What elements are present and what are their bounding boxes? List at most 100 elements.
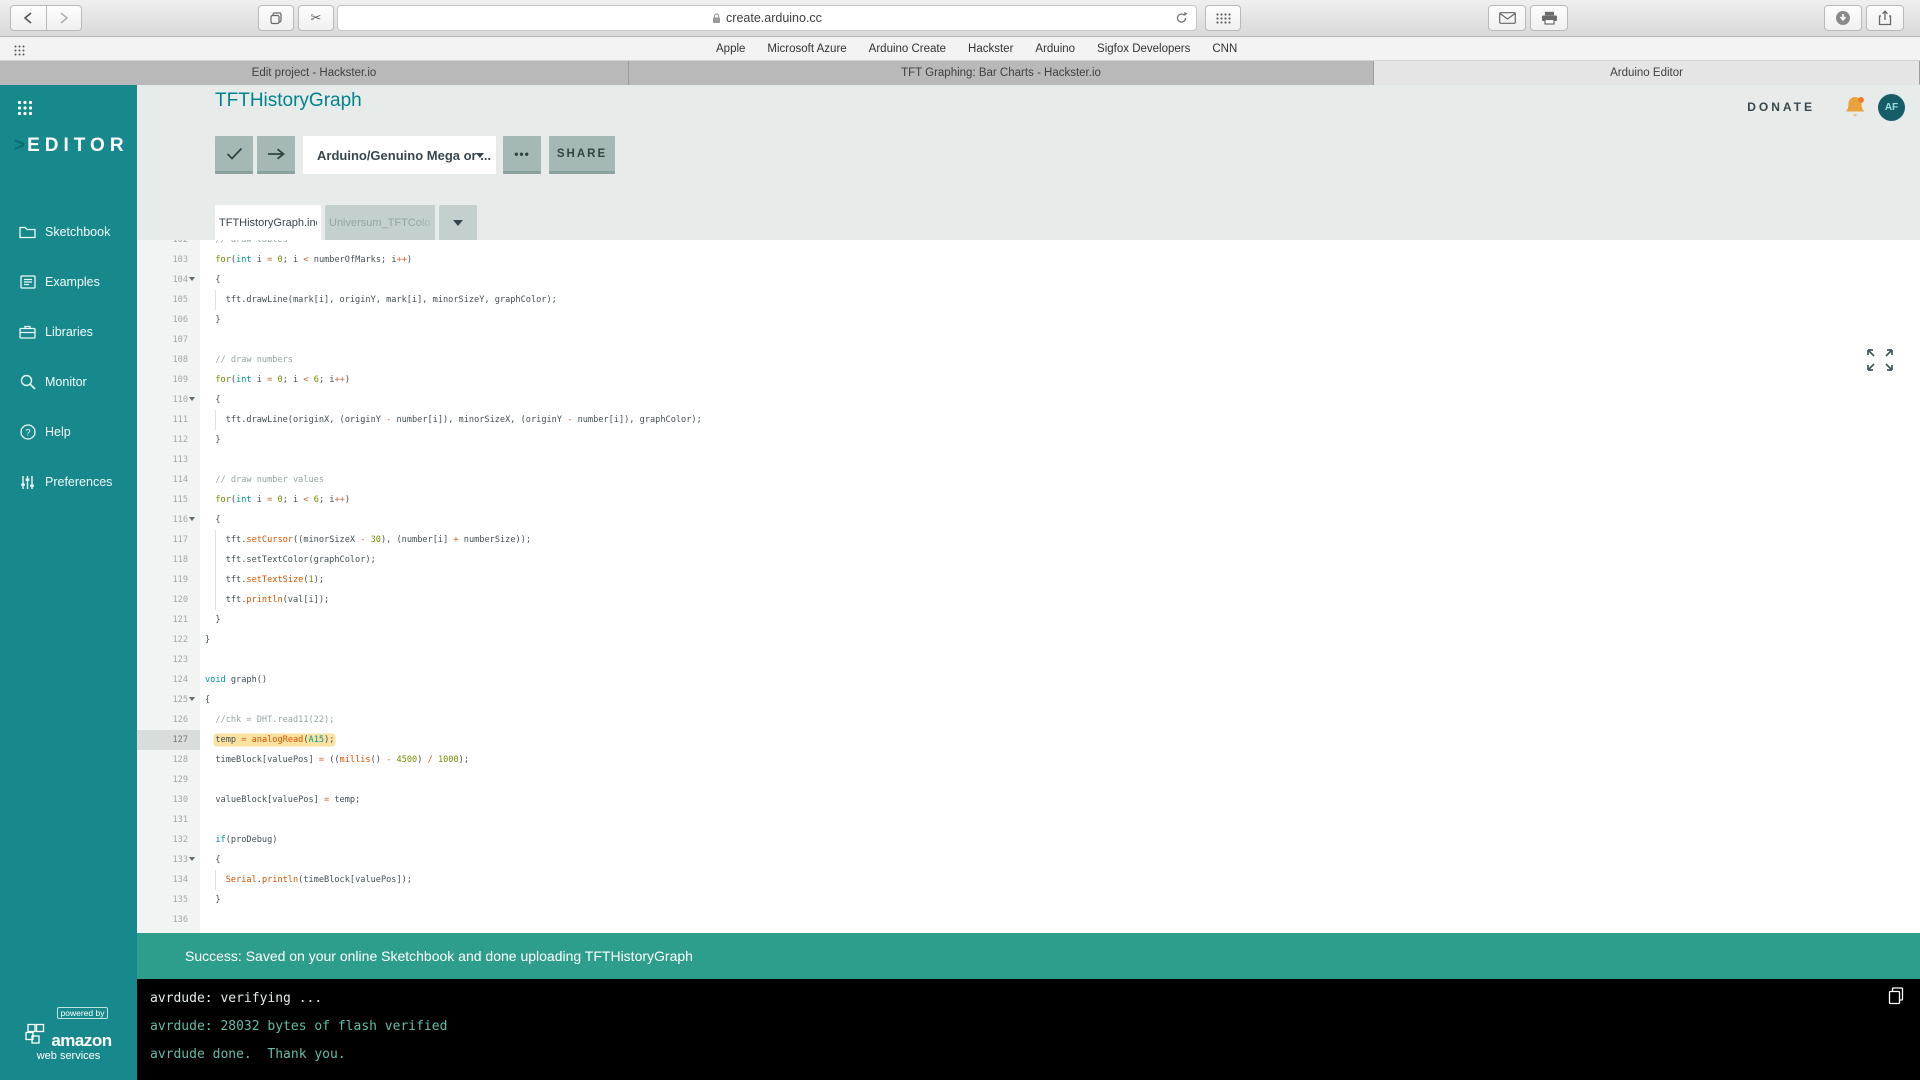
code-line[interactable]: 135 }	[137, 890, 1920, 910]
bookmark-item[interactable]: CNN	[1212, 43, 1237, 55]
downloads-icon[interactable]	[1824, 5, 1862, 31]
code-line[interactable]: 125{	[137, 690, 1920, 710]
line-number: 109	[172, 375, 188, 385]
code-editor[interactable]: 102 // draw tables 103 for(int i = 0; i <…	[137, 240, 1920, 933]
code-line-text: //chk = DHT.read11(22);	[215, 715, 335, 725]
code-line[interactable]: 117 tft.setCursor((minorSizeX - 30), (nu…	[137, 530, 1920, 550]
sidebar-item-libraries[interactable]: Libraries	[0, 307, 137, 357]
notification-bell-icon[interactable]	[1844, 95, 1866, 124]
code-line[interactable]: 122}	[137, 630, 1920, 650]
bookmark-item[interactable]: Arduino Create	[869, 43, 946, 55]
board-selector[interactable]: Arduino/Genuino Mega or ...	[303, 136, 496, 174]
code-line[interactable]: 110 {	[137, 390, 1920, 410]
code-line-text: if(proDebug)	[215, 835, 278, 845]
code-line[interactable]: 118 tft.setTextColor(graphColor);	[137, 550, 1920, 570]
file-tabs-dropdown[interactable]	[439, 205, 477, 240]
code-line[interactable]: 116 {	[137, 510, 1920, 530]
code-line-text: valueBlock[valuePos] = temp;	[205, 795, 361, 805]
favorites-grid-icon[interactable]	[14, 43, 27, 61]
fullscreen-icon[interactable]	[1865, 347, 1895, 378]
mail-icon[interactable]	[1488, 5, 1526, 31]
file-tab[interactable]: TFTHistoryGraph.ino	[215, 205, 321, 240]
code-line[interactable]: 128 timeBlock[valuePos] = ((millis() - 4…	[137, 750, 1920, 770]
code-line[interactable]: 124 void graph()	[137, 670, 1920, 690]
verify-button[interactable]	[215, 136, 253, 174]
sidebar-item-examples[interactable]: Examples	[0, 257, 137, 307]
code-line[interactable]: 120 tft.println(val[i]);	[137, 590, 1920, 610]
code-line-text: {	[205, 695, 211, 705]
browser-tab[interactable]: Edit project - Hackster.io	[0, 61, 629, 85]
bookmark-item[interactable]: Hackster	[968, 43, 1013, 55]
more-options-button[interactable]: •••	[503, 136, 541, 174]
sidebar-item-help[interactable]: ? Help	[0, 407, 137, 457]
back-icon[interactable]	[10, 5, 47, 31]
share-button[interactable]: SHARE	[549, 136, 615, 174]
url-text: create.arduino.cc	[726, 11, 822, 25]
code-line[interactable]: 115 for(int i = 0; i < 6; i++)	[137, 490, 1920, 510]
sidebar-item-preferences[interactable]: Preferences	[0, 457, 137, 507]
code-line[interactable]: 108 // draw numbers	[137, 350, 1920, 370]
code-line[interactable]: 103 for(int i = 0; i < numberOfMarks; i+…	[137, 250, 1920, 270]
bookmark-item[interactable]: Arduino	[1035, 43, 1075, 55]
code-line[interactable]: 114 // draw number values	[137, 470, 1920, 490]
code-line[interactable]: 134 Serial.println(timeBlock[valuePos]);	[137, 870, 1920, 890]
apps-grid-icon[interactable]	[17, 100, 33, 121]
code-line[interactable]: 123	[137, 650, 1920, 670]
line-number: 127	[137, 730, 200, 750]
line-number: 115	[172, 495, 188, 505]
avatar[interactable]: AF	[1878, 94, 1905, 121]
fold-caret-icon[interactable]	[189, 857, 195, 861]
fold-caret-icon[interactable]	[189, 277, 195, 281]
pages-icon[interactable]	[258, 5, 294, 31]
reload-icon[interactable]	[1175, 11, 1188, 28]
line-number: 126	[172, 715, 188, 725]
bookmark-item[interactable]: Microsoft Azure	[767, 43, 846, 55]
code-line[interactable]: 130 valueBlock[valuePos] = temp;	[137, 790, 1920, 810]
file-tabs: TFTHistoryGraph.ino Universum_TFTColours.…	[137, 205, 1920, 240]
fold-caret-icon[interactable]	[189, 697, 195, 701]
file-tab[interactable]: Universum_TFTColours.h	[325, 205, 435, 240]
code-line[interactable]: 105 tft.drawLine(mark[i], originY, mark[…	[137, 290, 1920, 310]
code-line[interactable]: 126 //chk = DHT.read11(22);	[137, 710, 1920, 730]
file-tab-label: TFTHistoryGraph.ino	[219, 216, 317, 229]
copy-log-icon[interactable]	[1888, 987, 1904, 1010]
code-line[interactable]: 121 }	[137, 610, 1920, 630]
browser-tab[interactable]: Arduino Editor	[1374, 61, 1920, 85]
code-line[interactable]: 109 for(int i = 0; i < 6; i++)	[137, 370, 1920, 390]
code-line[interactable]: 119 tft.setTextSize(1);	[137, 570, 1920, 590]
code-line[interactable]: 113	[137, 450, 1920, 470]
code-line[interactable]: 112 }	[137, 430, 1920, 450]
code-line[interactable]: 106 }	[137, 310, 1920, 330]
url-bar[interactable]: create.arduino.cc	[337, 5, 1197, 31]
folder-icon	[19, 224, 36, 241]
donate-link[interactable]: DONATE	[1747, 100, 1815, 114]
code-line[interactable]: 136	[137, 910, 1920, 930]
code-line[interactable]: 111 tft.drawLine(originX, (originY - num…	[137, 410, 1920, 430]
printer-icon[interactable]	[1530, 5, 1568, 31]
line-number: 136	[172, 915, 188, 925]
bookmark-item[interactable]: Sigfox Developers	[1097, 43, 1190, 55]
fold-caret-icon[interactable]	[189, 517, 195, 521]
code-line[interactable]: 107	[137, 330, 1920, 350]
sidebar-item-sketchbook[interactable]: Sketchbook	[0, 207, 137, 257]
code-line[interactable]: 102 // draw tables	[137, 240, 1920, 250]
line-number: 102	[172, 240, 188, 245]
code-line[interactable]: 131	[137, 810, 1920, 830]
line-number: 105	[172, 295, 188, 305]
code-line[interactable]: 127 temp = analogRead(A15);	[137, 730, 1920, 750]
share-icon[interactable]	[1866, 5, 1904, 31]
fold-caret-icon[interactable]	[189, 397, 195, 401]
code-line[interactable]: 132 if(proDebug)	[137, 830, 1920, 850]
forward-icon[interactable]	[46, 5, 82, 31]
tab-grid-icon[interactable]	[1205, 5, 1241, 31]
code-line[interactable]: 129	[137, 770, 1920, 790]
share-button-label: SHARE	[556, 147, 608, 160]
bookmark-item[interactable]: Apple	[716, 43, 745, 55]
help-icon: ?	[19, 424, 36, 441]
upload-button[interactable]	[257, 136, 295, 174]
code-line[interactable]: 104 {	[137, 270, 1920, 290]
scissors-icon[interactable]: ✂	[298, 5, 334, 31]
sidebar-item-monitor[interactable]: Monitor	[0, 357, 137, 407]
code-line[interactable]: 133 {	[137, 850, 1920, 870]
browser-tab[interactable]: TFT Graphing: Bar Charts - Hackster.io	[629, 61, 1374, 85]
